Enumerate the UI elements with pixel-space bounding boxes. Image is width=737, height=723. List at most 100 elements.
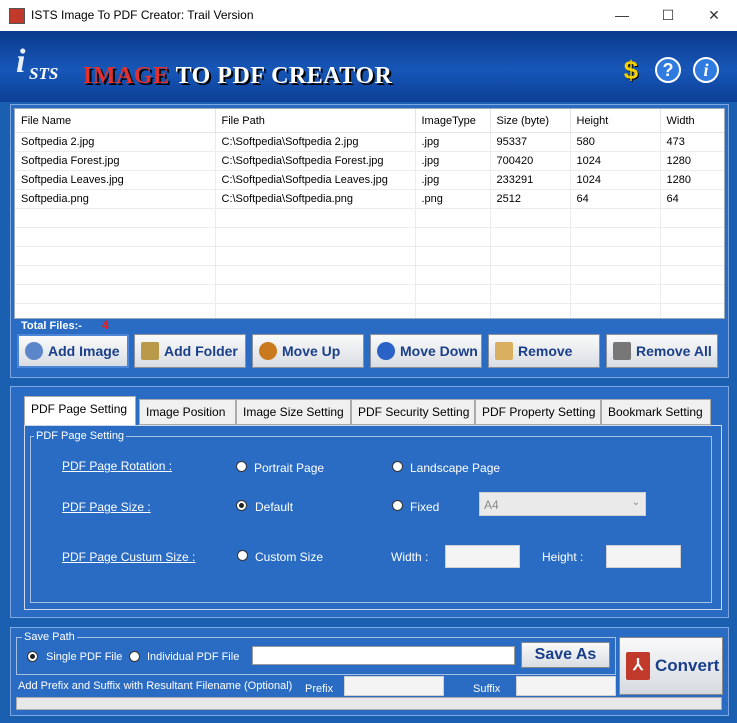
- table-cell: C:\Softpedia\Softpedia Forest.jpg: [215, 151, 416, 171]
- table-cell: [570, 208, 661, 228]
- table-row[interactable]: [15, 303, 724, 318]
- move-up-button[interactable]: Move Up: [252, 334, 364, 368]
- table-cell: [415, 208, 491, 228]
- move-down-button[interactable]: Move Down: [370, 334, 482, 368]
- save-as-button[interactable]: Save As: [521, 642, 610, 668]
- fixed-size-select[interactable]: A4 ⌄: [479, 492, 646, 516]
- single-pdf-radio[interactable]: [27, 651, 38, 662]
- save-path-input[interactable]: [252, 646, 515, 665]
- table-cell: 64: [660, 189, 724, 209]
- table-cell: [660, 303, 724, 318]
- remove-button[interactable]: Remove: [488, 334, 600, 368]
- table-row[interactable]: [15, 265, 724, 285]
- app-logo-title: IMAGE TO PDF CREATOR: [83, 63, 392, 90]
- table-row[interactable]: [15, 208, 724, 228]
- table-cell: [660, 208, 724, 228]
- individual-pdf-radio[interactable]: [129, 651, 140, 662]
- add-folder-button[interactable]: Add Folder: [134, 334, 246, 368]
- file-table[interactable]: File Name File Path ImageType Size (byte…: [14, 108, 725, 319]
- move-down-label: Move Down: [400, 343, 478, 359]
- table-cell: 580: [570, 132, 661, 152]
- tab-image-size-setting[interactable]: Image Size Setting: [236, 399, 351, 425]
- info-icon[interactable]: i: [693, 57, 719, 83]
- custom-size-radio[interactable]: [237, 550, 248, 561]
- prefix-suffix-label: Add Prefix and Suffix with Resultant Fil…: [18, 680, 293, 692]
- table-cell: .jpg: [415, 151, 491, 171]
- column-header[interactable]: Height: [570, 109, 661, 133]
- table-cell: 473: [660, 132, 724, 152]
- tab-pdf-property-setting[interactable]: PDF Property Setting: [475, 399, 601, 425]
- table-cell: C:\Softpedia\Softpedia 2.jpg: [215, 132, 416, 152]
- convert-label: Convert: [655, 656, 720, 675]
- convert-button[interactable]: ⅄ Convert: [619, 637, 723, 695]
- table-row[interactable]: Softpedia 2.jpg C:\Softpedia\Softpedia 2.…: [15, 132, 724, 152]
- column-header[interactable]: Width: [660, 109, 724, 133]
- table-cell: [15, 246, 216, 266]
- table-row[interactable]: [15, 284, 724, 304]
- table-cell: [415, 284, 491, 304]
- table-cell: Softpedia Leaves.jpg: [15, 170, 216, 190]
- table-cell: C:\Softpedia\Softpedia Leaves.jpg: [215, 170, 416, 190]
- table-row[interactable]: Softpedia Leaves.jpg C:\Softpedia\Softped…: [15, 170, 724, 190]
- custom-size-option-label: Custom Size: [255, 550, 324, 564]
- page-size-label: PDF Page Size :: [62, 500, 151, 514]
- fixed-radio[interactable]: [392, 500, 403, 511]
- add-image-button[interactable]: Add Image: [17, 334, 129, 368]
- move-up-label: Move Up: [282, 343, 341, 359]
- logo-sts: STS: [29, 64, 59, 83]
- height-label: Height :: [542, 550, 584, 564]
- width-input[interactable]: [445, 545, 520, 568]
- fixed-size-value: A4: [484, 498, 499, 512]
- default-radio[interactable]: [236, 500, 247, 511]
- column-header[interactable]: File Name: [15, 109, 216, 133]
- total-files-label: Total Files:-: [21, 320, 82, 332]
- progress-bar: [16, 697, 722, 710]
- suffix-input[interactable]: [516, 676, 616, 696]
- table-cell: 95337: [490, 132, 571, 152]
- portrait-radio[interactable]: [236, 461, 247, 472]
- remove-all-button[interactable]: Remove All: [606, 334, 718, 368]
- help-icon[interactable]: ?: [655, 57, 681, 83]
- table-cell: [660, 227, 724, 247]
- table-cell: [215, 208, 416, 228]
- table-cell: [215, 303, 416, 318]
- tab-bookmark-setting[interactable]: Bookmark Setting: [601, 399, 711, 425]
- column-header[interactable]: File Path: [215, 109, 416, 133]
- close-button[interactable]: ✕: [691, 0, 737, 31]
- table-cell: [415, 265, 491, 285]
- custom-size-label: PDF Page Custum Size :: [62, 550, 196, 564]
- tab-pdf-page-setting[interactable]: PDF Page Setting: [24, 396, 136, 425]
- table-row[interactable]: Softpedia.png C:\Softpedia\Softpedia.png.…: [15, 189, 724, 209]
- table-cell: [415, 246, 491, 266]
- save-path-title: Save Path: [22, 631, 77, 643]
- table-cell: C:\Softpedia\Softpedia.png: [215, 189, 416, 209]
- total-files-count: 4: [102, 318, 109, 332]
- prefix-input[interactable]: [344, 676, 444, 696]
- minimize-button[interactable]: —: [599, 0, 645, 31]
- suffix-label: Suffix: [473, 683, 501, 695]
- table-cell: [490, 246, 571, 266]
- table-row[interactable]: Softpedia Forest.jpg C:\Softpedia\Softped…: [15, 151, 724, 171]
- table-cell: [15, 303, 216, 318]
- table-cell: [490, 303, 571, 318]
- maximize-button[interactable]: ☐: [645, 0, 691, 31]
- tab-image-position[interactable]: Image Position: [139, 399, 236, 425]
- arrow-up-icon: [259, 342, 277, 360]
- table-cell: [215, 265, 416, 285]
- table-cell: 1024: [570, 170, 661, 190]
- table-cell: .jpg: [415, 170, 491, 190]
- table-cell: .png: [415, 189, 491, 209]
- dollar-icon[interactable]: $: [618, 57, 644, 83]
- height-input[interactable]: [606, 545, 681, 568]
- table-cell: 2512: [490, 189, 571, 209]
- fixed-label: Fixed: [410, 500, 440, 514]
- landscape-label: Landscape Page: [410, 461, 501, 475]
- tab-pdf-security-setting[interactable]: PDF Security Setting: [351, 399, 475, 425]
- landscape-radio[interactable]: [392, 461, 403, 472]
- column-header[interactable]: ImageType: [415, 109, 491, 133]
- table-row[interactable]: [15, 246, 724, 266]
- group-title: PDF Page Setting: [34, 430, 127, 442]
- column-header[interactable]: Size (byte): [490, 109, 571, 133]
- table-cell: [570, 227, 661, 247]
- table-row[interactable]: [15, 227, 724, 247]
